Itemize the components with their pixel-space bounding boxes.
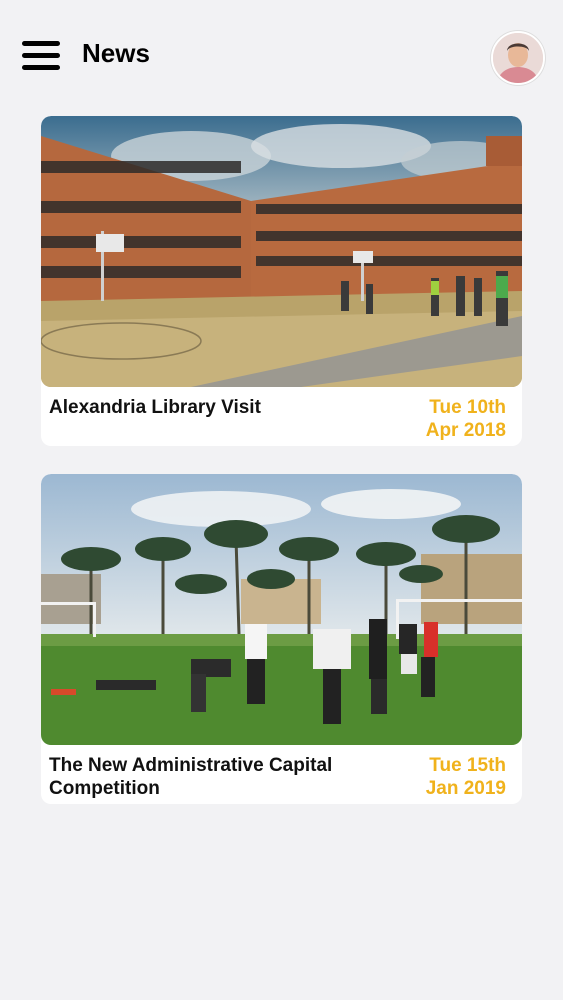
- news-date-month-year: Apr 2018: [425, 420, 506, 441]
- news-title: The New Administrative Capital Competiti…: [49, 755, 333, 799]
- user-avatar[interactable]: [491, 31, 545, 85]
- news-image-football-field[interactable]: [41, 474, 522, 745]
- page-title: News: [82, 38, 150, 68]
- news-card[interactable]: The New Administrative Capital Competiti…: [41, 474, 522, 804]
- hamburger-menu-icon[interactable]: [22, 41, 60, 71]
- news-date-day: Tue 15th: [429, 755, 506, 776]
- news-date: Tue 15th Jan 2019: [376, 754, 506, 800]
- avatar-image: [493, 33, 543, 83]
- news-image-school-court[interactable]: [41, 116, 522, 387]
- news-date: Tue 10th Apr 2018: [376, 396, 506, 442]
- news-card[interactable]: Alexandria Library Visit Tue 10th Apr 20…: [41, 116, 522, 446]
- menu-line: [22, 53, 60, 58]
- news-date-month-year: Jan 2019: [425, 778, 506, 799]
- news-title: Alexandria Library Visit: [49, 397, 261, 418]
- top-bar: News: [0, 0, 563, 110]
- news-date-day: Tue 10th: [429, 397, 506, 418]
- menu-line: [22, 65, 60, 70]
- menu-line: [22, 41, 60, 46]
